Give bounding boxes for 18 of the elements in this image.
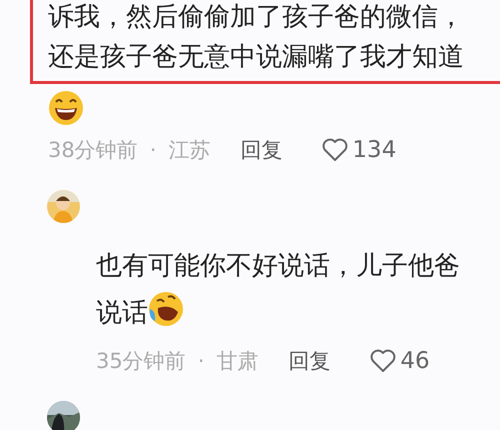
like-count: 134 xyxy=(352,137,396,163)
reply-link[interactable]: 回复 xyxy=(240,136,282,164)
comment-location: 江苏 xyxy=(168,137,210,164)
comment-location: 甘肃 xyxy=(216,348,258,375)
comment-text: 还是孩子爸无意中说漏嘴了我才知道 xyxy=(48,42,464,72)
comment-text: 诉我，然后偷偷加了孩子爸的微信， xyxy=(48,2,464,32)
heart-icon[interactable] xyxy=(370,349,396,373)
comment-text: 也有可能你不好说话，儿子他爸 xyxy=(96,251,460,281)
laughing-crying-face-icon xyxy=(148,291,184,327)
separator-dot: · xyxy=(150,138,156,162)
reply-link[interactable]: 回复 xyxy=(288,347,330,375)
like-count: 46 xyxy=(400,348,430,374)
comment-text: 说话 xyxy=(96,298,148,328)
comment-time: 35分钟前 xyxy=(96,348,186,375)
heart-icon[interactable] xyxy=(322,138,348,162)
separator-dot: · xyxy=(198,349,204,373)
comment-time: 38分钟前 xyxy=(48,137,138,164)
grinning-face-icon xyxy=(48,90,84,126)
